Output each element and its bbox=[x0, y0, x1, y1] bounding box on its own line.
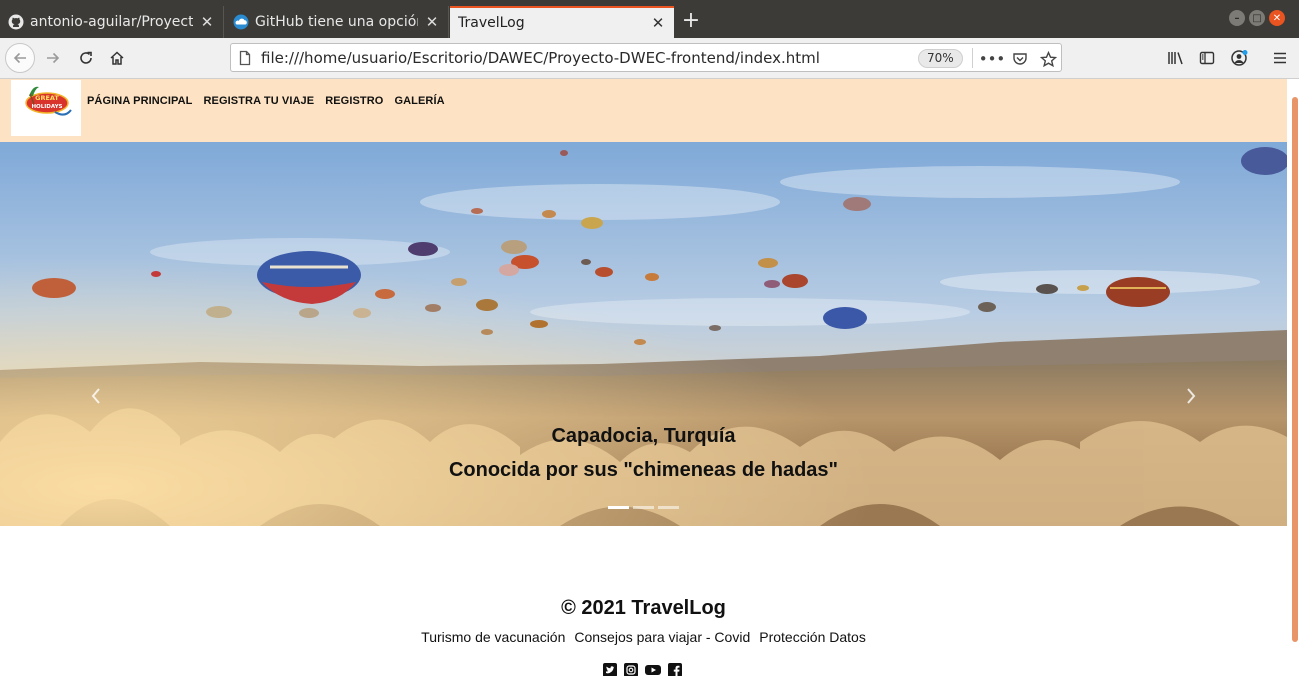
back-arrow-icon bbox=[13, 52, 26, 64]
home-button[interactable] bbox=[102, 43, 132, 73]
instagram-icon[interactable] bbox=[624, 662, 638, 676]
page-icon bbox=[237, 50, 253, 66]
tab-close-icon[interactable]: ✕ bbox=[424, 14, 440, 30]
zoom-badge[interactable]: 70% bbox=[918, 49, 963, 68]
footer-links: Turismo de vacunación Consejos para viaj… bbox=[0, 629, 1287, 645]
hero-carousel: Capadocia, Turquía Conocida por sus "chi… bbox=[0, 142, 1287, 526]
close-window-icon[interactable]: ✕ bbox=[1269, 10, 1285, 26]
github-icon bbox=[8, 14, 24, 30]
logo-text: HOLIDAYS bbox=[31, 104, 62, 110]
tab-close-icon[interactable]: ✕ bbox=[650, 15, 666, 31]
browser-tab-strip: antonio-aguilar/Proyecto ✕ GitHub tiene … bbox=[0, 0, 1299, 38]
tab-travellog[interactable]: TravelLog ✕ bbox=[450, 6, 674, 38]
chevron-left-icon bbox=[91, 388, 100, 404]
tab-label: antonio-aguilar/Proyecto bbox=[30, 14, 193, 30]
footer-link-covid-advice[interactable]: Consejos para viajar - Covid bbox=[574, 629, 750, 645]
tab-close-icon[interactable]: ✕ bbox=[199, 14, 215, 30]
tab-label: TravelLog bbox=[458, 15, 525, 31]
carousel-caption-title: Capadocia, Turquía bbox=[551, 425, 736, 447]
bookmark-star-icon[interactable] bbox=[1039, 50, 1057, 68]
minimize-icon[interactable]: – bbox=[1229, 10, 1245, 26]
footer-link-data-protection[interactable]: Protección Datos bbox=[759, 629, 866, 645]
reload-button[interactable] bbox=[71, 43, 101, 73]
carousel-caption-text: Conocida por sus "chimeneas de hadas" bbox=[448, 459, 839, 481]
browser-navigation-bar: file:///home/usuario/Escritorio/DAWEC/Pr… bbox=[0, 38, 1299, 79]
back-button[interactable] bbox=[5, 43, 35, 73]
forward-button[interactable] bbox=[38, 43, 68, 73]
site-header: GREAT HOLIDAYS PÁGINA PRINCIPAL REGISTRA… bbox=[0, 79, 1287, 142]
facebook-icon[interactable] bbox=[668, 662, 682, 676]
carousel-next-button[interactable] bbox=[1181, 384, 1201, 408]
social-links bbox=[603, 662, 682, 676]
twitter-icon[interactable] bbox=[603, 662, 617, 676]
url-text: file:///home/usuario/Escritorio/DAWEC/Pr… bbox=[261, 49, 820, 67]
address-bar[interactable]: file:///home/usuario/Escritorio/DAWEC/Pr… bbox=[230, 43, 1062, 72]
footer-copyright: © 2021 TravelLog bbox=[561, 597, 726, 619]
tab-label: GitHub tiene una opción bbox=[255, 14, 418, 30]
sidebar-icon[interactable] bbox=[1196, 47, 1218, 69]
main-menu: PÁGINA PRINCIPAL REGISTRA TU VIAJE REGIS… bbox=[87, 95, 445, 107]
page-viewport: GREAT HOLIDAYS PÁGINA PRINCIPAL REGISTRA… bbox=[0, 79, 1299, 676]
library-icon[interactable] bbox=[1165, 47, 1187, 69]
tab-github-article[interactable]: GitHub tiene una opción ✕ bbox=[225, 6, 449, 38]
carousel-indicator[interactable] bbox=[608, 506, 629, 509]
menu-item-register-trip[interactable]: REGISTRA TU VIAJE bbox=[204, 95, 315, 107]
youtube-icon[interactable] bbox=[645, 662, 661, 676]
reload-icon bbox=[80, 51, 92, 64]
carousel-indicators bbox=[608, 506, 679, 509]
site-logo[interactable]: GREAT HOLIDAYS bbox=[11, 80, 81, 136]
window-controls: – □ ✕ bbox=[1229, 10, 1285, 26]
pocket-icon[interactable] bbox=[1011, 50, 1029, 68]
menu-item-signup[interactable]: REGISTRO bbox=[325, 95, 383, 107]
divider bbox=[972, 48, 973, 68]
menu-hamburger-icon[interactable] bbox=[1269, 47, 1291, 69]
tab-github-repo[interactable]: antonio-aguilar/Proyecto ✕ bbox=[0, 6, 224, 38]
new-tab-button[interactable]: + bbox=[678, 8, 704, 34]
page-scrollbar[interactable] bbox=[1287, 79, 1299, 676]
maximize-icon[interactable]: □ bbox=[1249, 10, 1265, 26]
home-icon bbox=[110, 51, 124, 65]
carousel-indicator[interactable] bbox=[633, 506, 654, 509]
page-actions-icon[interactable]: ••• bbox=[979, 50, 1006, 68]
carousel-indicator[interactable] bbox=[658, 506, 679, 509]
chevron-right-icon bbox=[1187, 388, 1196, 404]
footer-link-vaccination-tourism[interactable]: Turismo de vacunación bbox=[421, 629, 565, 645]
scrollbar-thumb[interactable] bbox=[1292, 97, 1298, 642]
menu-item-home[interactable]: PÁGINA PRINCIPAL bbox=[87, 95, 193, 107]
account-icon[interactable] bbox=[1228, 47, 1250, 69]
menu-item-gallery[interactable]: GALERÍA bbox=[394, 95, 444, 107]
logo-text: GREAT bbox=[35, 94, 59, 102]
forward-arrow-icon bbox=[47, 52, 60, 64]
carousel-prev-button[interactable] bbox=[86, 384, 106, 408]
cloud-icon bbox=[233, 14, 249, 30]
